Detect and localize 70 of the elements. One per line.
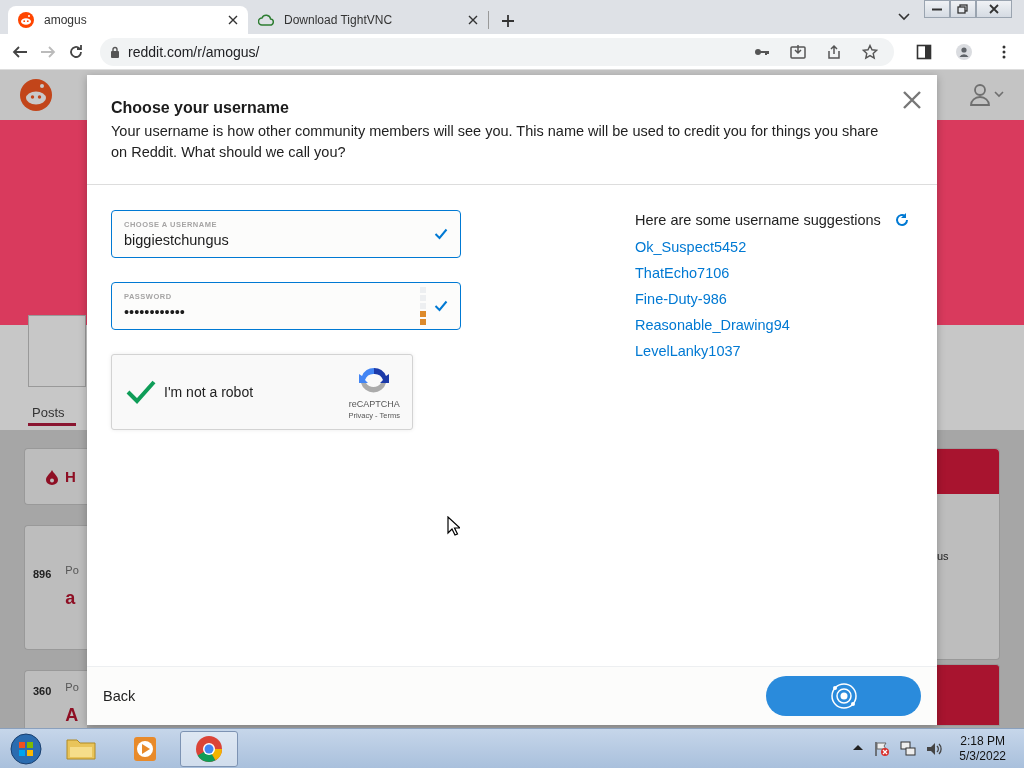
new-tab-button[interactable] <box>499 12 517 30</box>
refresh-icon <box>894 213 909 227</box>
flag-icon[interactable] <box>873 739 892 758</box>
username-suggestion[interactable]: Fine-Duty-986 <box>635 286 727 312</box>
install-app-icon[interactable] <box>790 43 806 60</box>
maximize-icon <box>955 2 971 16</box>
reload-icon <box>68 43 84 60</box>
close-icon[interactable] <box>228 15 238 25</box>
dialog-title: Choose your username <box>111 99 290 117</box>
maximize-button[interactable] <box>950 0 976 18</box>
clock[interactable]: 2:18 PM 5/3/2022 <box>959 733 1006 764</box>
minimize-icon <box>932 7 942 11</box>
refresh-button[interactable] <box>894 213 909 227</box>
mouse-pointer-icon <box>447 516 460 536</box>
username-suggestion[interactable]: Ok_Suspect5452 <box>635 234 747 260</box>
close-icon[interactable] <box>468 15 478 25</box>
back-arrow-icon <box>12 43 28 60</box>
recaptcha-label: I'm not a robot <box>164 384 255 400</box>
chevron-down-icon <box>898 13 910 21</box>
sort-label[interactable]: H <box>65 468 76 485</box>
browser-tab[interactable]: Download TightVNC <box>248 6 488 34</box>
post-title[interactable]: a <box>65 588 79 609</box>
close-icon <box>986 2 1002 16</box>
back-button[interactable]: Back <box>103 688 136 704</box>
vote-count: 896 <box>33 568 52 582</box>
lock-icon <box>110 45 120 58</box>
username-input[interactable]: biggiestchungus <box>124 232 426 248</box>
post-meta: Po <box>65 564 79 576</box>
windows-logo-icon <box>10 732 42 765</box>
forward-arrow-icon <box>40 43 56 60</box>
back-button[interactable] <box>12 43 28 60</box>
taskbar-app[interactable] <box>180 730 238 767</box>
username-suggestion[interactable]: ThatEcho7106 <box>635 260 730 286</box>
sidebar-card <box>937 664 1000 726</box>
sidebar-text: us <box>937 550 950 562</box>
side-panel-icon <box>916 43 932 60</box>
star-icon[interactable] <box>862 43 878 60</box>
continue-button[interactable] <box>766 676 921 716</box>
reload-button[interactable] <box>68 43 84 60</box>
password-input[interactable]: •••••••••••• <box>124 304 412 320</box>
close-button[interactable] <box>976 0 1012 18</box>
recaptcha-brand: reCAPTCHA <box>348 398 400 409</box>
vote-count: 360 <box>33 685 52 699</box>
flame-icon <box>45 468 59 485</box>
dialog-description: Your username is how other community members will see you. This name will be used to credit you for things you share on Reddit. What should we call you? <box>111 122 880 162</box>
posts-tab[interactable]: Posts <box>28 405 76 426</box>
close-icon <box>903 91 921 109</box>
user-menu-icon[interactable] <box>968 83 1004 107</box>
cloud-icon <box>258 12 274 28</box>
post-card[interactable]: 360 Po A <box>24 670 87 728</box>
profile-icon <box>956 43 972 60</box>
post-meta: Po <box>65 681 79 693</box>
username-suggestion[interactable]: LevelLanky1037 <box>635 338 741 364</box>
share-icon[interactable] <box>826 43 842 60</box>
reddit-logo-icon[interactable] <box>20 79 52 111</box>
post-title[interactable]: A <box>65 705 79 726</box>
address-bar[interactable]: reddit.com/r/amogus/ <box>100 37 894 66</box>
clock-time: 2:18 PM <box>960 733 1005 749</box>
check-icon <box>126 380 156 404</box>
tab-search-button[interactable] <box>898 13 910 21</box>
reddit-logo-icon <box>18 12 34 28</box>
network-icon[interactable] <box>899 739 918 758</box>
suggestions-heading: Here are some username suggestions <box>635 212 881 228</box>
clock-date: 5/3/2022 <box>959 748 1006 764</box>
browser-tab[interactable]: amogus <box>8 6 248 34</box>
card-header <box>937 449 999 494</box>
username-suggestion[interactable]: Reasonable_Drawing94 <box>635 312 790 338</box>
plus-icon <box>501 14 515 28</box>
post-card[interactable]: 896 Po a <box>24 525 87 650</box>
minimize-button[interactable] <box>924 0 950 18</box>
